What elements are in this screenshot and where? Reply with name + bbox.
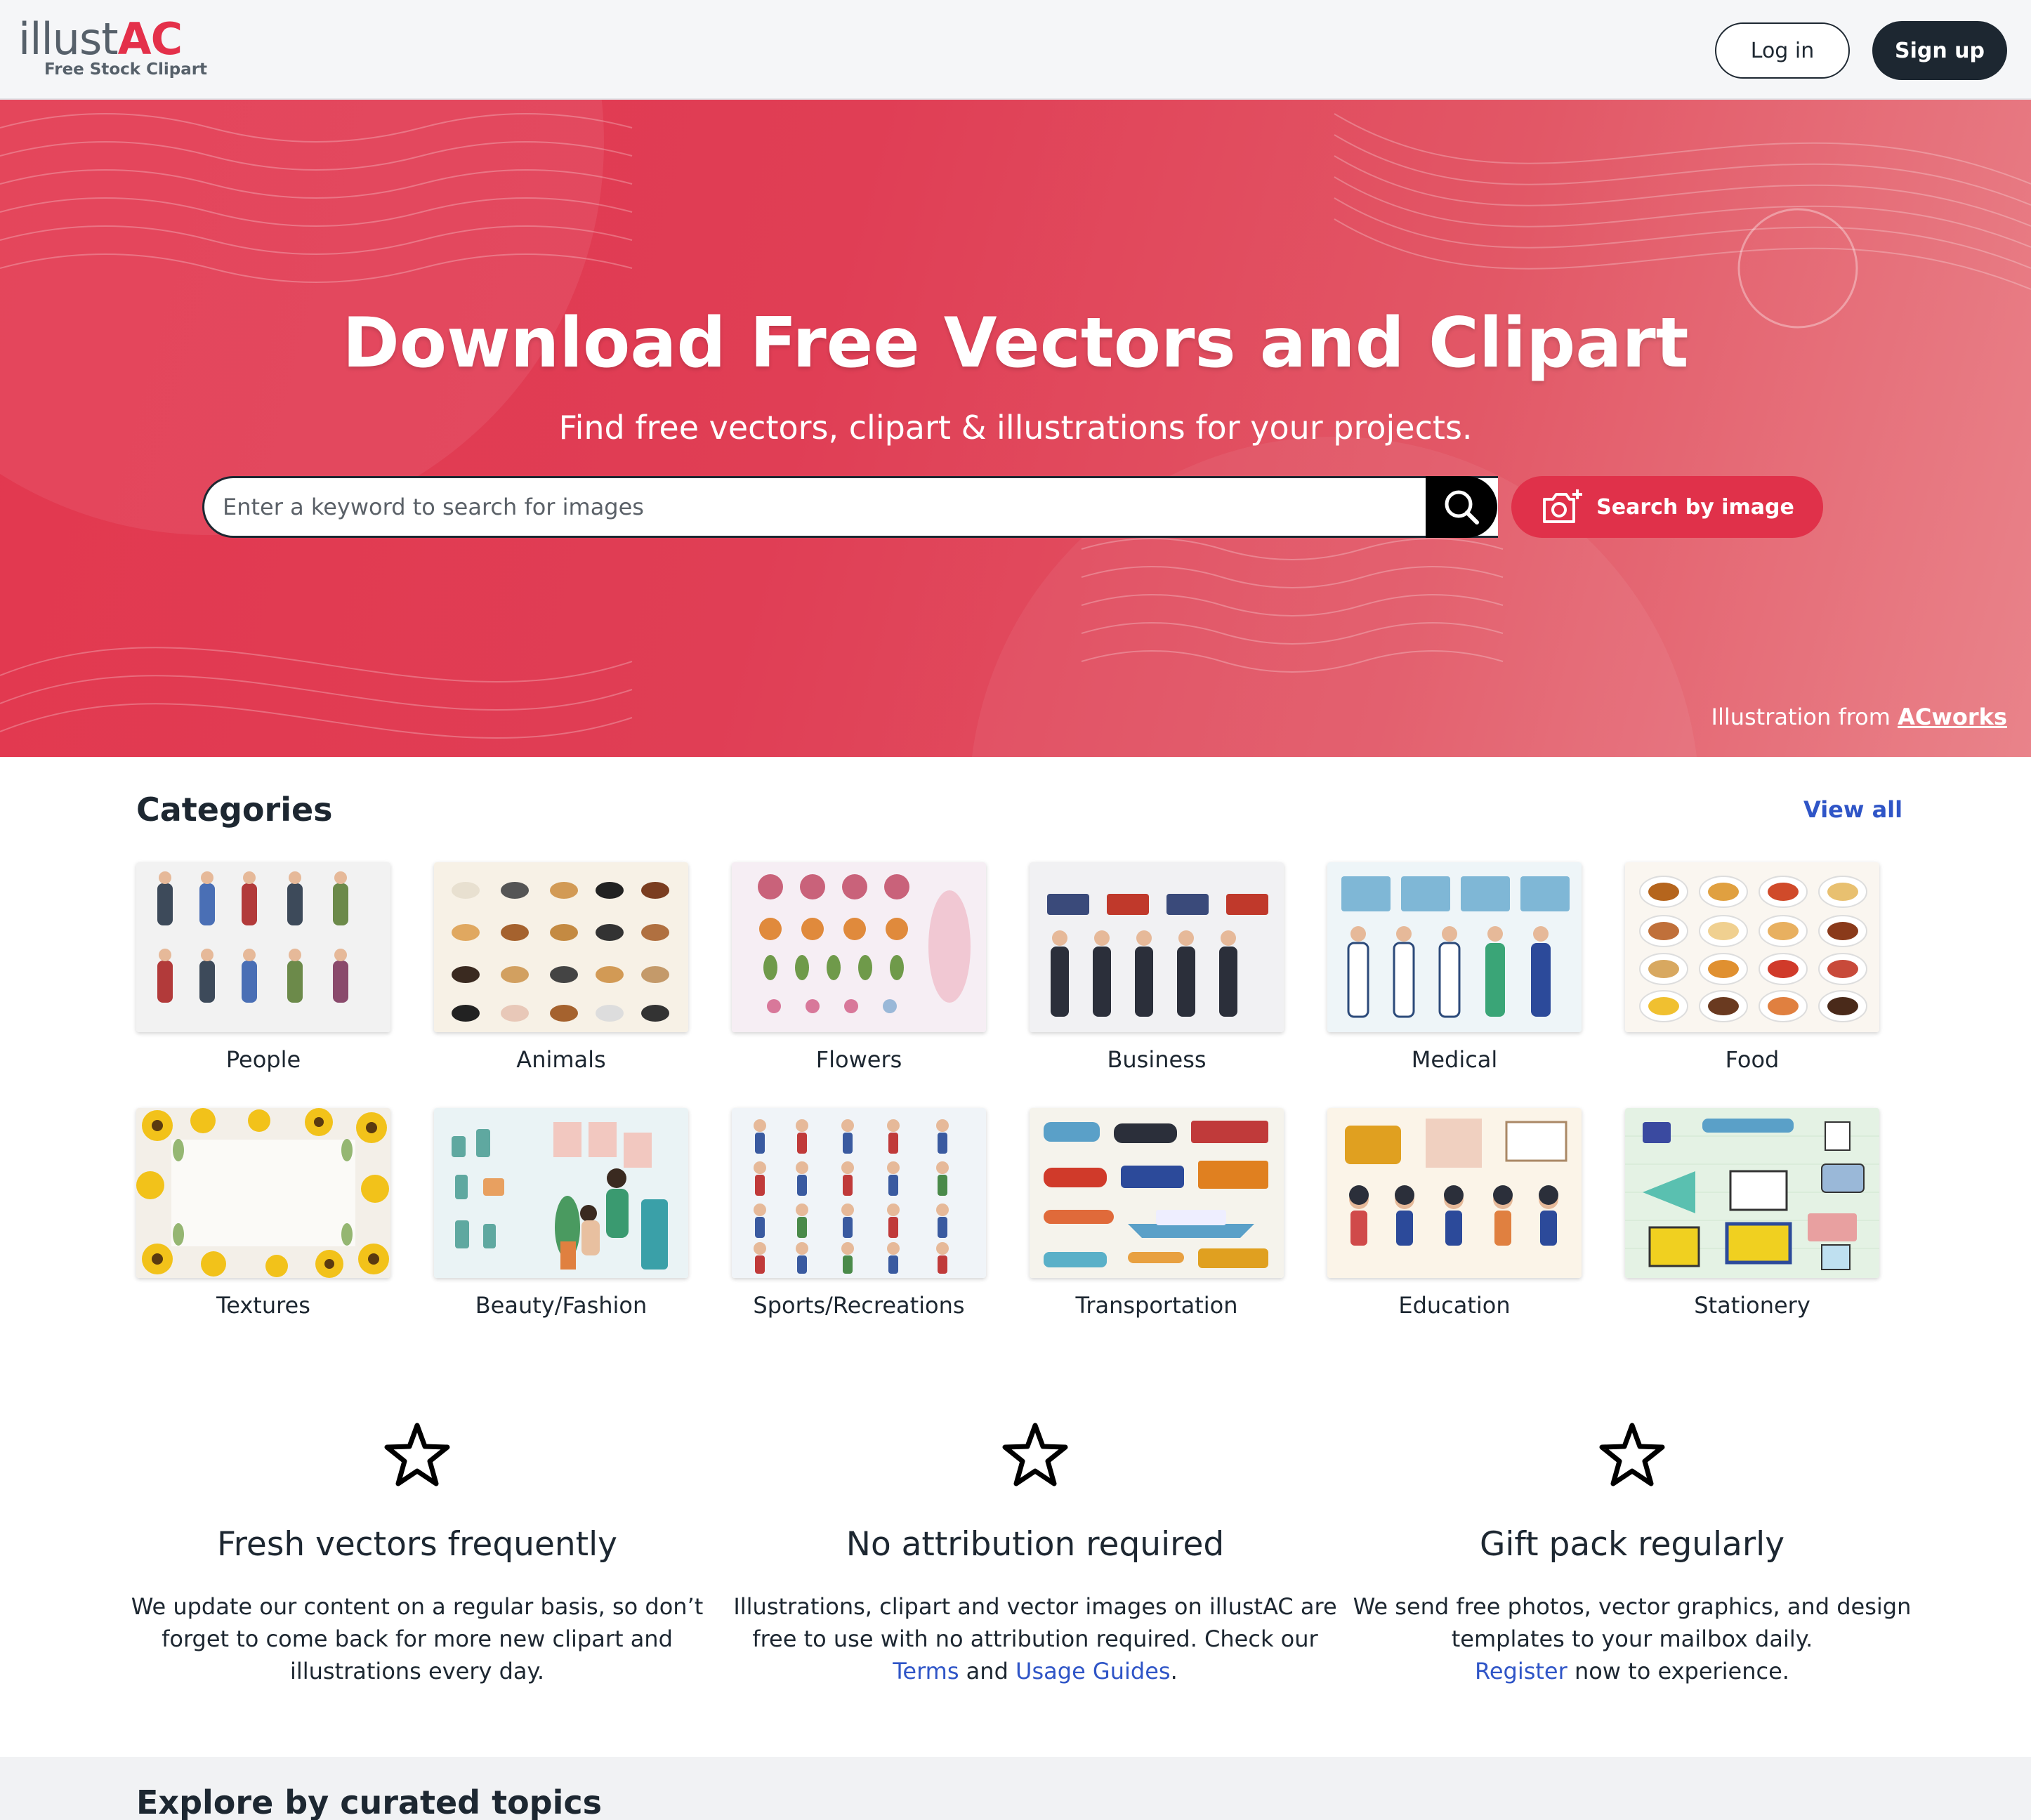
feature-fresh-vectors: Fresh vectors frequently We update our c… — [108, 1421, 726, 1687]
category-label: Medical — [1411, 1046, 1498, 1073]
category-thumbnail — [136, 1108, 390, 1278]
search-icon — [1445, 490, 1479, 525]
category-thumbnail — [136, 862, 390, 1032]
feature-title: Gift pack regularly — [1479, 1525, 1785, 1564]
camera-plus-icon — [1543, 489, 1583, 523]
category-card-food[interactable]: Food — [1625, 862, 1879, 1073]
category-label: Sports/Recreations — [753, 1292, 965, 1319]
category-label: Transportation — [1075, 1292, 1238, 1319]
category-card-sports-recreations[interactable]: Sports/Recreations — [732, 1108, 986, 1319]
acworks-link[interactable]: ACworks — [1898, 704, 2007, 730]
category-card-animals[interactable]: Animals — [434, 862, 688, 1073]
category-thumbnail — [732, 862, 986, 1032]
search-by-image-button[interactable]: Search by image — [1511, 476, 1823, 538]
hero-title: Download Free Vectors and Clipart — [342, 303, 1689, 383]
category-thumbnail — [434, 1108, 688, 1278]
category-label: Animals — [516, 1046, 606, 1073]
category-card-flowers[interactable]: Flowers — [732, 862, 986, 1073]
category-label: Education — [1398, 1292, 1511, 1319]
terms-link[interactable]: Terms — [893, 1658, 959, 1684]
category-label: Beauty/Fashion — [475, 1292, 648, 1319]
feature-text-part: We send free photos, vector graphics, an… — [1353, 1593, 1912, 1652]
feature-text-part: Illustrations, clipart and vector images… — [733, 1593, 1337, 1652]
category-thumbnail — [1327, 862, 1582, 1032]
category-card-transportation[interactable]: Transportation — [1030, 1108, 1284, 1319]
view-all-link[interactable]: View all — [1803, 796, 1902, 823]
category-card-education[interactable]: Education — [1327, 1108, 1582, 1319]
search-field[interactable] — [202, 476, 1498, 538]
category-label: Food — [1725, 1046, 1780, 1073]
curated-topics-section: Explore by curated topics — [0, 1757, 2031, 1820]
search-by-image-label: Search by image — [1596, 494, 1794, 520]
feature-text-part: and — [966, 1658, 1008, 1684]
feature-description: We send free photos, vector graphics, an… — [1323, 1590, 1941, 1687]
hero-subtitle: Find free vectors, clipart & illustratio… — [558, 409, 1473, 447]
logo-wordmark: illustAC — [18, 13, 183, 65]
feature-text-part: now to experience. — [1574, 1658, 1789, 1684]
category-card-business[interactable]: Business — [1030, 862, 1284, 1073]
category-card-people[interactable]: People — [136, 862, 390, 1073]
register-link[interactable]: Register — [1475, 1658, 1567, 1684]
category-thumbnail — [434, 862, 688, 1032]
login-button[interactable]: Log in — [1715, 22, 1850, 79]
feature-title: No attribution required — [846, 1525, 1225, 1564]
category-card-textures[interactable]: Textures — [136, 1108, 390, 1319]
feature-title: Fresh vectors frequently — [217, 1525, 617, 1564]
logo-tagline: Free Stock Clipart — [44, 60, 208, 79]
feature-description: We update our content on a regular basis… — [131, 1593, 704, 1684]
credit-text: Illustration from — [1711, 704, 1891, 730]
signup-button[interactable]: Sign up — [1872, 21, 2007, 80]
feature-text-part: . — [1170, 1658, 1178, 1684]
hero-banner: Download Free Vectors and Clipart Find f… — [0, 100, 2031, 757]
category-label: People — [225, 1046, 301, 1073]
star-icon — [1599, 1423, 1665, 1486]
category-thumbnail — [1625, 862, 1879, 1032]
category-label: Flowers — [815, 1046, 902, 1073]
category-label: Textures — [216, 1292, 310, 1319]
illustration-credit: Illustration from ACworks — [1711, 704, 2008, 730]
star-icon — [1002, 1423, 1068, 1486]
category-thumbnail — [732, 1108, 986, 1278]
star-icon — [384, 1423, 450, 1486]
category-label: Business — [1107, 1046, 1207, 1073]
category-label: Stationery — [1694, 1292, 1810, 1319]
category-thumbnail — [1030, 862, 1284, 1032]
category-thumbnail — [1030, 1108, 1284, 1278]
site-logo[interactable]: illustAC Free Stock Clipart — [18, 13, 207, 84]
site-header: illustAC Free Stock Clipart Log in Sign … — [0, 0, 2031, 100]
usage-guides-link[interactable]: Usage Guides — [1015, 1658, 1171, 1684]
curated-topics-heading: Explore by curated topics — [136, 1783, 603, 1820]
category-card-beauty-fashion[interactable]: Beauty/Fashion — [434, 1108, 688, 1319]
feature-no-attribution: No attribution required Illustrations, c… — [726, 1421, 1344, 1687]
feature-gift-pack: Gift pack regularly We send free photos,… — [1323, 1421, 1941, 1687]
search-input[interactable] — [223, 478, 1498, 536]
categories-heading: Categories — [136, 791, 333, 829]
category-card-medical[interactable]: Medical — [1327, 862, 1582, 1073]
category-thumbnail — [1625, 1108, 1879, 1278]
search-button[interactable] — [1426, 476, 1497, 538]
category-card-stationery[interactable]: Stationery — [1625, 1108, 1879, 1319]
feature-description: Illustrations, clipart and vector images… — [726, 1590, 1344, 1687]
category-thumbnail — [1327, 1108, 1582, 1278]
